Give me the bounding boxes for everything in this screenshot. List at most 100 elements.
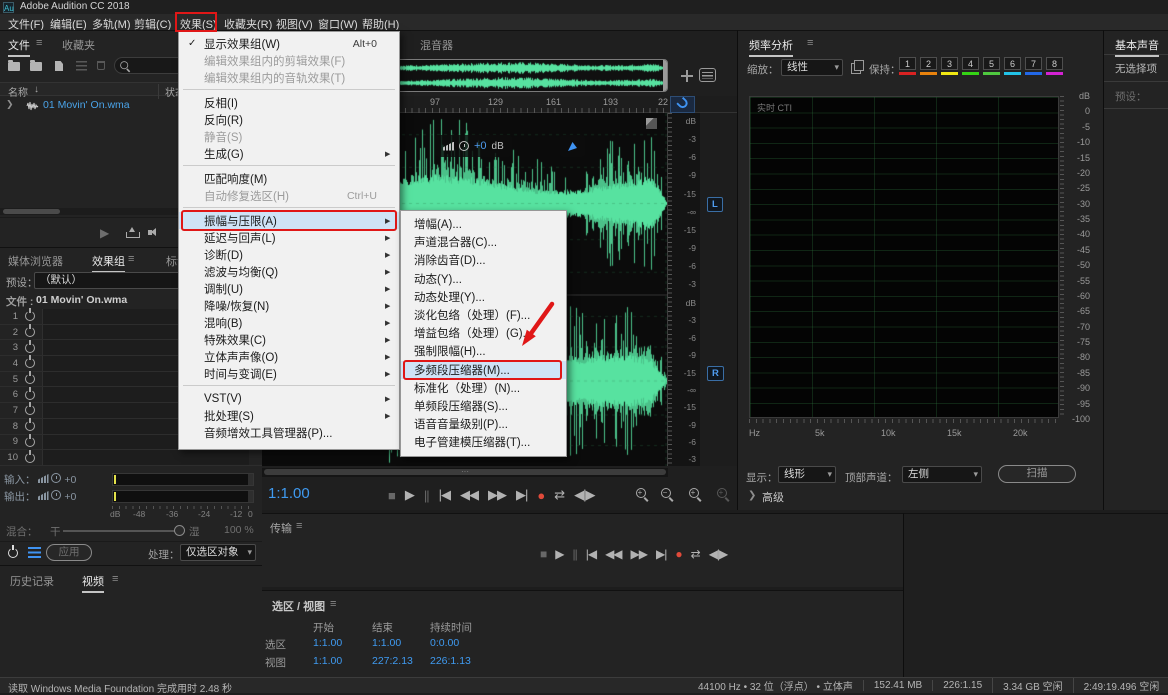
transport-button[interactable]: ●	[675, 547, 681, 561]
effects-menu-item[interactable]: 特殊效果(C)	[179, 331, 399, 348]
transport-button[interactable]: ◀◀	[460, 487, 478, 503]
effects-menu-item[interactable]: 延迟与回声(L)	[179, 229, 399, 246]
effects-menu-item[interactable]: 生成(G)	[179, 145, 399, 162]
submenu-item[interactable]: 多频段压缩器(M)...	[401, 361, 566, 379]
selection-duration[interactable]: 0:0.00	[430, 637, 459, 649]
zoom-out-button[interactable]: −	[660, 487, 674, 501]
transport-button[interactable]: ◀◀	[605, 547, 621, 561]
submenu-item[interactable]: 电子管建模压缩器(T)...	[401, 433, 566, 451]
power-icon[interactable]	[25, 390, 35, 400]
submenu-item[interactable]: 声道混合器(C)...	[401, 233, 566, 251]
submenu-item[interactable]: 消除齿音(D)...	[401, 251, 566, 269]
effects-menu-item[interactable]: 调制(U)	[179, 280, 399, 297]
tab-history[interactable]: 历史记录	[10, 573, 54, 589]
effects-menu-item[interactable]	[179, 382, 399, 390]
power-icon[interactable]	[25, 453, 35, 463]
timecode-display[interactable]: 1:1.00	[268, 485, 310, 502]
transport-button[interactable]: ◀|▶	[709, 547, 728, 561]
panel-menu-icon[interactable]: ≡	[330, 598, 336, 610]
transport-button[interactable]: ||	[424, 488, 429, 503]
frequency-graph[interactable]: 实时 CTI	[749, 96, 1059, 418]
display-select[interactable]: 线形	[778, 466, 836, 483]
copy-graph-icon[interactable]	[851, 60, 863, 72]
tab-basic-sound[interactable]: 基本声音	[1115, 37, 1159, 53]
effects-menu-item[interactable]: 立体声声像(O)	[179, 348, 399, 365]
effects-menu-item[interactable]: 批处理(S)	[179, 407, 399, 424]
advanced-label[interactable]: 高级	[762, 489, 784, 505]
hold-button[interactable]: 8	[1046, 57, 1063, 75]
effects-menu-item[interactable]	[179, 162, 399, 170]
tab-effects-rack[interactable]: 效果组	[92, 253, 125, 269]
transport-button[interactable]: ⇄	[691, 547, 700, 561]
transport-button[interactable]: |◀	[439, 487, 450, 503]
zoom-in-button[interactable]: +	[635, 487, 649, 501]
transport-button[interactable]: |◀	[586, 547, 596, 561]
view-end[interactable]: 227:2.13	[372, 655, 413, 667]
expand-chevron-icon[interactable]: ❯	[6, 99, 14, 110]
panel-menu-icon[interactable]: ≡	[128, 253, 134, 265]
effects-menu-item[interactable]	[179, 86, 399, 94]
rack-list-toggle-icon[interactable]	[28, 547, 41, 558]
submenu-item[interactable]: 标准化（处理）(N)...	[401, 379, 566, 397]
submenu-item[interactable]: 增幅(A)...	[401, 215, 566, 233]
preview-play-button[interactable]: ▶	[100, 226, 109, 240]
selection-end[interactable]: 1:1.00	[372, 637, 401, 649]
panel-menu-icon[interactable]: ≡	[296, 520, 302, 532]
effects-menu-item[interactable]: 匹配响度(M)	[179, 170, 399, 187]
effects-menu-item[interactable]: 音频增效工具管理器(P)...	[179, 424, 399, 441]
power-icon[interactable]	[25, 374, 35, 384]
open-file-icon[interactable]	[8, 62, 20, 71]
transport-button[interactable]: ▶▶	[631, 547, 647, 561]
hold-button[interactable]: 7	[1025, 57, 1042, 75]
mix-slider-track[interactable]	[63, 530, 179, 532]
scale-select[interactable]: 线性	[781, 59, 843, 76]
effects-menu-item[interactable]: 编辑效果组内的音轨效果(T)	[179, 69, 399, 86]
effects-menu-item[interactable]: 反相(I)	[179, 94, 399, 111]
channel-right-badge[interactable]: R	[707, 366, 724, 381]
hold-button[interactable]: 3	[941, 57, 958, 75]
transport-button[interactable]: ▶▶	[488, 487, 506, 503]
transport-button[interactable]: ■	[540, 547, 546, 561]
column-name[interactable]: 名称	[8, 84, 28, 99]
power-icon[interactable]	[25, 405, 35, 415]
hud-cursor-tool[interactable]	[560, 135, 585, 157]
speaker-icon[interactable]	[148, 227, 163, 238]
snap-magnet-button[interactable]	[670, 96, 695, 113]
scan-button[interactable]: 扫描	[998, 465, 1076, 483]
process-select[interactable]: 仅选区对象	[180, 544, 256, 561]
power-icon[interactable]	[25, 358, 35, 368]
hold-button[interactable]: 5	[983, 57, 1000, 75]
view-start[interactable]: 1:1.00	[313, 655, 342, 667]
import-file-icon[interactable]	[30, 62, 42, 71]
hold-button[interactable]: 4	[962, 57, 979, 75]
power-icon[interactable]	[25, 311, 35, 321]
transport-button[interactable]: ||	[572, 547, 576, 561]
hold-button[interactable]: 1	[899, 57, 916, 75]
tab-video[interactable]: 视频	[82, 573, 104, 589]
hold-button[interactable]: 6	[1004, 57, 1021, 75]
panel-menu-icon[interactable]: ≡	[36, 37, 42, 49]
export-icon[interactable]	[126, 227, 138, 238]
effects-menu-item[interactable]: 编辑效果组内的剪辑效果(F)	[179, 52, 399, 69]
transport-button[interactable]: ◀|▶	[574, 487, 594, 503]
tab-files[interactable]: 文件	[8, 37, 30, 53]
effects-menu-item[interactable]: 显示效果组(W) Alt+0	[179, 35, 399, 52]
channel-left-badge[interactable]: L	[707, 197, 723, 212]
effects-menu-item[interactable]: 诊断(D)	[179, 246, 399, 263]
selection-start[interactable]: 1:1.00	[313, 637, 342, 649]
effects-menu-item[interactable]: 自动修复选区(H) Ctrl+U	[179, 187, 399, 204]
overview-right-handle[interactable]	[663, 60, 667, 91]
effects-menu-item[interactable]: 静音(S)	[179, 128, 399, 145]
rack-power-icon[interactable]	[8, 548, 18, 558]
submenu-item[interactable]: 动态(Y)...	[401, 270, 566, 288]
mix-slider-knob[interactable]	[174, 525, 185, 536]
top-channel-select[interactable]: 左侧	[902, 466, 982, 483]
zoom-navigator-icon[interactable]	[681, 70, 693, 82]
editor-h-scrollbar[interactable]: ···	[262, 468, 668, 477]
new-file-icon[interactable]	[55, 61, 63, 71]
effect-slot[interactable]: 10	[0, 450, 262, 466]
transport-button[interactable]: ▶	[405, 487, 414, 503]
effects-menu-item[interactable]: VST(V)	[179, 390, 399, 407]
apply-button[interactable]: 应用	[46, 544, 92, 561]
tab-mixer[interactable]: 混音器	[420, 37, 453, 53]
